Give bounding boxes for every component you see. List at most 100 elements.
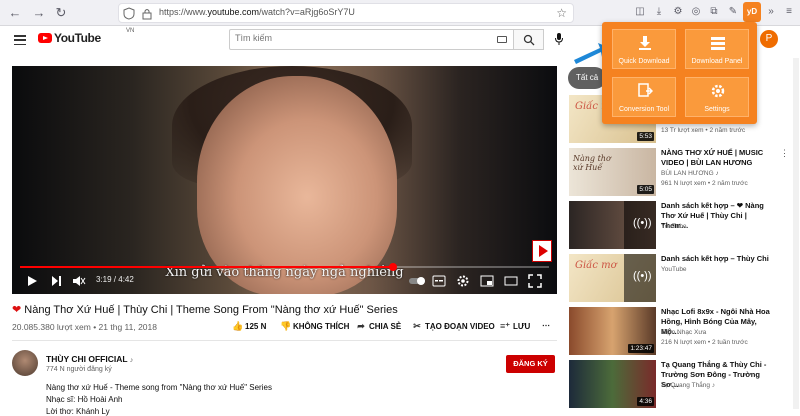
- miniplayer-icon[interactable]: [480, 274, 494, 288]
- puzzle-icon[interactable]: ⧉: [707, 5, 721, 19]
- view-count-date: 20.085.380 lượt xem • 21 thg 11, 2018: [12, 322, 157, 332]
- search-box[interactable]: [229, 29, 514, 50]
- filter-chip-all[interactable]: Tất cả: [568, 67, 607, 89]
- download-panel-button[interactable]: Download Panel: [685, 29, 749, 69]
- keyboard-icon[interactable]: [497, 36, 507, 43]
- pocket-icon[interactable]: ◫: [633, 5, 647, 19]
- heart-icon: ❤: [12, 304, 22, 316]
- bookmark-star-icon[interactable]: ☆: [556, 6, 567, 20]
- playlist-overlay: ((•)): [624, 201, 656, 249]
- panel-list-icon: [711, 37, 725, 50]
- tile-label: Conversion Tool: [618, 106, 670, 113]
- mute-icon[interactable]: [72, 274, 86, 288]
- mask-icon[interactable]: ◎: [689, 5, 703, 19]
- video-thumbnail[interactable]: 4:36: [569, 360, 656, 408]
- tile-label: Settings: [704, 106, 730, 113]
- channel-watermark-icon[interactable]: [532, 240, 552, 262]
- wrench-icon[interactable]: ✎: [726, 5, 740, 19]
- scissors-icon: ✂: [413, 321, 421, 331]
- channel-avatar[interactable]: [12, 350, 38, 376]
- share-button[interactable]: ➦ CHIA SẺ: [356, 321, 401, 332]
- related-channel: YouTube: [661, 223, 687, 230]
- related-video[interactable]: Nàng thơ xứ Huế 5:05 NÀNG THƠ XỨ HUẾ | M…: [569, 148, 789, 200]
- progress-bar[interactable]: [20, 263, 549, 271]
- like-button[interactable]: 👍 125 N: [232, 321, 266, 332]
- clip-button[interactable]: ✂ TẠO ĐOẠN VIDEO: [412, 321, 495, 332]
- related-video[interactable]: 4:36 Tạ Quang Thắng & Thùy Chi - Trường …: [569, 360, 789, 412]
- hamburger-menu-icon[interactable]: [14, 35, 26, 46]
- thumbs-down-icon: 👎: [280, 321, 292, 331]
- theater-mode-icon[interactable]: [504, 274, 518, 288]
- next-icon[interactable]: [50, 274, 62, 288]
- quick-download-button[interactable]: Quick Download: [612, 29, 676, 69]
- forward-icon[interactable]: →: [30, 4, 48, 22]
- menu-icon[interactable]: ≡: [782, 5, 796, 19]
- related-mix[interactable]: Giấc mơ ((•)) Danh sách kết hợp – Thùy C…: [569, 254, 789, 306]
- video-title: ❤ Nàng Thơ Xứ Huế | Thùy Chi | Theme Son…: [12, 304, 398, 316]
- description-line: Nàng thơ xứ Huế - Theme song from "Nàng …: [46, 383, 272, 392]
- address-bar[interactable]: https://www.youtube.com/watch?v=aRjg6oSr…: [118, 3, 574, 23]
- fullscreen-icon[interactable]: [528, 274, 542, 288]
- subscriber-count: 774 N người đăng ký: [46, 366, 112, 373]
- video-frame-face: [197, 76, 397, 294]
- video-thumbnail[interactable]: Giấc mơ ((•)): [569, 254, 656, 302]
- tile-label: Download Panel: [691, 58, 743, 65]
- settings-gear-icon[interactable]: [456, 274, 470, 288]
- related-meta: 13 Tr lượt xem • 2 năm trước: [661, 127, 746, 134]
- youtube-play-icon: [38, 33, 52, 43]
- more-options-icon[interactable]: ⋮: [780, 148, 789, 159]
- mix-icon: ((•)): [633, 270, 652, 282]
- video-player[interactable]: Xin gửi vào thăng ngày ngả nghiêng 3:19 …: [12, 66, 557, 294]
- settings-button[interactable]: Settings: [685, 77, 749, 117]
- time-display: 3:19 / 4:42: [96, 275, 134, 284]
- video-thumbnail[interactable]: 1:23:47: [569, 307, 656, 355]
- save-button[interactable]: ≡⁺ LƯU: [500, 321, 530, 332]
- download-arrow-icon: [639, 36, 651, 50]
- subscribe-button[interactable]: ĐĂNG KÝ: [506, 355, 555, 373]
- video-thumbnail[interactable]: ((•)): [569, 201, 656, 249]
- description-line: Nhạc sĩ: Hồ Hoài Anh: [46, 395, 123, 404]
- conversion-tool-button[interactable]: Conversion Tool: [612, 77, 676, 117]
- related-title: NÀNG THƠ XỨ HUẾ | MUSIC VIDEO | BÙI LAN …: [661, 148, 764, 167]
- autoplay-toggle-icon[interactable]: [408, 274, 426, 288]
- related-channel: Tạ Quang Thắng ♪: [661, 382, 716, 389]
- related-channel: BÙI LAN HƯƠNG ♪: [661, 170, 719, 177]
- related-channel: YouTube: [661, 266, 687, 273]
- thumbs-up-icon: 👍: [232, 321, 244, 331]
- logo-region: VN: [126, 28, 135, 34]
- user-avatar[interactable]: P: [760, 30, 778, 48]
- music-note-icon: ♪: [129, 357, 134, 364]
- description-line: Lời thơ: Khánh Ly: [46, 407, 110, 416]
- search-input[interactable]: [235, 33, 485, 43]
- duration-badge: 4:36: [637, 397, 654, 406]
- reload-icon[interactable]: ↻: [52, 4, 70, 22]
- overflow-chevron-icon[interactable]: »: [764, 5, 778, 19]
- youtube-downloader-extension-button[interactable]: yD: [743, 2, 761, 22]
- conversion-icon: [638, 83, 653, 97]
- video-thumbnail[interactable]: Nàng thơ xứ Huế 5:05: [569, 148, 656, 196]
- settings-gear-icon: [711, 84, 725, 98]
- duration-badge: 5:05: [637, 185, 654, 194]
- add-to-playlist-icon: ≡⁺: [500, 321, 511, 331]
- extension-gear-icon[interactable]: ⚙: [671, 5, 685, 19]
- related-video[interactable]: 1:23:47 Nhạc Lofi 8x9x - Ngôi Nhà Hoa Hồ…: [569, 307, 789, 359]
- progress-scrubber[interactable]: [388, 263, 397, 271]
- dislike-button[interactable]: 👎 KHÔNG THÍCH: [280, 321, 349, 332]
- lock-icon: [142, 9, 152, 20]
- download-icon[interactable]: ⤓: [652, 5, 666, 19]
- thumbnail-text: Nàng thơ xứ Huế: [573, 154, 611, 172]
- related-channel: Tiệm Nhạc Xưa: [661, 329, 707, 336]
- play-icon[interactable]: [26, 274, 38, 288]
- page-scrollbar[interactable]: [793, 58, 799, 409]
- back-icon[interactable]: ←: [6, 4, 24, 22]
- progress-fill: [20, 266, 393, 268]
- channel-name[interactable]: THÙY CHI OFFICIAL ♪: [46, 354, 133, 364]
- related-mix[interactable]: ((•)) Danh sách kết hợp – ❤ Nàng Thơ Xứ …: [569, 201, 789, 253]
- url-text: https://www.youtube.com/watch?v=aRjg6oSr…: [159, 7, 355, 17]
- duration-badge: 5:53: [637, 132, 654, 141]
- more-actions-icon[interactable]: ⋯: [542, 321, 550, 330]
- search-button[interactable]: [513, 29, 544, 50]
- subtitles-icon[interactable]: [432, 274, 446, 288]
- microphone-icon[interactable]: [554, 32, 564, 46]
- search-icon: [523, 34, 535, 46]
